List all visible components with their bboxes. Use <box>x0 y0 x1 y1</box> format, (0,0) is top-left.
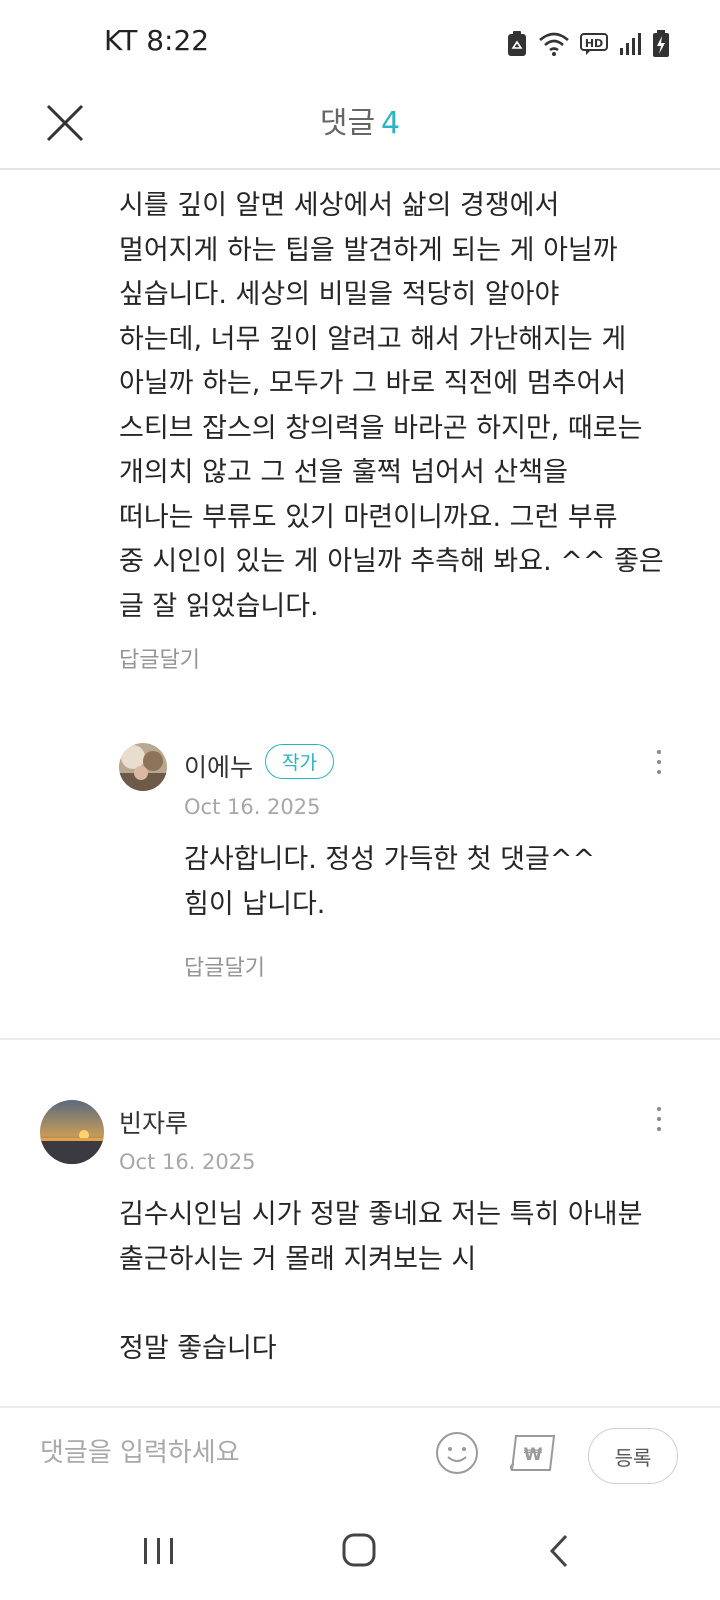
comment-line: 개의치 않고 그 선을 훌쩍 넘어서 산책을 <box>119 457 568 488</box>
battery-charging-icon <box>652 30 670 58</box>
comment-body: 김수시인님 시가 정말 좋네요 저는 특히 아내분 출근하시는 거 몰래 지켜보… <box>119 1193 679 1371</box>
more-vertical-icon-dot <box>657 1117 661 1121</box>
home-icon <box>342 1533 376 1567</box>
comment-line: 싶습니다. 세상의 비밀을 적당히 알아야 <box>119 279 560 310</box>
recent-apps-icon <box>144 1538 173 1564</box>
comment-line: 멀어지게 하는 팁을 발견하게 되는 게 아닐까 <box>119 234 618 266</box>
status-bar: KT 8:22 HD <box>0 0 720 86</box>
comment-date: Oct 16. 2025 <box>119 1150 256 1174</box>
reply-button[interactable]: 답글달기 <box>184 950 265 982</box>
more-vertical-icon <box>657 750 661 754</box>
recycle-notification-icon <box>506 31 528 57</box>
won-paper-icon: ₩ <box>509 1435 556 1471</box>
hd-voice-icon: HD <box>580 32 608 56</box>
reply-button[interactable]: 답글달기 <box>119 642 200 674</box>
signal-icon <box>618 32 642 56</box>
more-vertical-icon-dot <box>657 760 661 764</box>
comment-input[interactable] <box>38 1430 412 1476</box>
back-button[interactable] <box>536 1526 586 1576</box>
divider <box>0 1038 720 1040</box>
more-vertical-icon <box>657 1107 661 1111</box>
status-icons: HD <box>506 30 670 58</box>
comment-line: 출근하시는 거 몰래 지켜보는 시 <box>119 1243 477 1275</box>
back-chevron-icon <box>549 1534 568 1568</box>
comment-line: 힘이 납니다. <box>184 888 326 920</box>
comment-blank-line <box>119 1282 679 1327</box>
more-options-button[interactable] <box>644 1101 674 1145</box>
page-title-label: 댓글 <box>319 106 376 141</box>
emoji-button[interactable] <box>434 1430 480 1476</box>
page-title: 댓글 4 <box>0 98 720 142</box>
avatar[interactable] <box>40 1100 104 1164</box>
author-name[interactable]: 이에누 <box>184 748 253 784</box>
svg-text:HD: HD <box>585 37 603 50</box>
more-options-button[interactable] <box>644 744 674 788</box>
comment-line: 시를 깊이 알면 세상에서 삶의 경쟁에서 <box>119 190 560 221</box>
comment-input-bar: ₩ 등록 <box>0 1406 720 1498</box>
smiley-icon <box>436 1432 478 1474</box>
status-time: KT 8:22 <box>104 24 210 57</box>
more-vertical-icon-dot <box>657 770 661 774</box>
author-name[interactable]: 빈자루 <box>119 1104 188 1140</box>
comment-line: 스티브 잡스의 창의력을 바라곤 하지만, 때로는 <box>119 412 643 444</box>
comment-line: 하는데, 너무 깊이 알려고 해서 가난해지는 게 <box>119 323 627 355</box>
won-sticker-button[interactable]: ₩ <box>508 1430 558 1476</box>
system-nav-bar <box>0 1496 720 1600</box>
comment-line: 아닐까 하는, 모두가 그 바로 직전에 멈추어서 <box>119 368 627 399</box>
writer-badge: 작가 <box>265 744 334 779</box>
comment-date: Oct 16. 2025 <box>184 795 321 819</box>
submit-button[interactable]: 등록 <box>588 1428 678 1484</box>
recent-apps-button[interactable] <box>134 1526 184 1576</box>
comment-line: 정말 좋습니다 <box>119 1332 277 1364</box>
comment-count: 4 <box>381 106 401 141</box>
comment-line: 글 잘 읽었습니다. <box>119 590 319 622</box>
comment-body: 시를 깊이 알면 세상에서 삶의 경쟁에서 멀어지게 하는 팁을 발견하게 되는… <box>119 184 679 629</box>
comment-line: 중 시인이 있는 게 아닐까 추측해 봐요. ^^ 좋은 <box>119 546 664 577</box>
comment-line: 김수시인님 시가 정말 좋네요 저는 특히 아내분 <box>119 1199 643 1230</box>
comment-line: 떠나는 부류도 있기 마련이니까요. 그런 부류 <box>119 501 618 533</box>
avatar[interactable] <box>119 743 167 791</box>
wifi-icon <box>538 31 570 57</box>
comment-line: 감사합니다. 정성 가득한 첫 댓글^^ <box>184 844 596 875</box>
home-button[interactable] <box>335 1526 385 1576</box>
comments-header: 댓글 4 <box>0 86 720 170</box>
more-vertical-icon-dot <box>657 1127 661 1131</box>
comment-body: 감사합니다. 정성 가득한 첫 댓글^^ 힘이 납니다. <box>184 838 664 927</box>
svg-text:₩: ₩ <box>524 1445 543 1465</box>
